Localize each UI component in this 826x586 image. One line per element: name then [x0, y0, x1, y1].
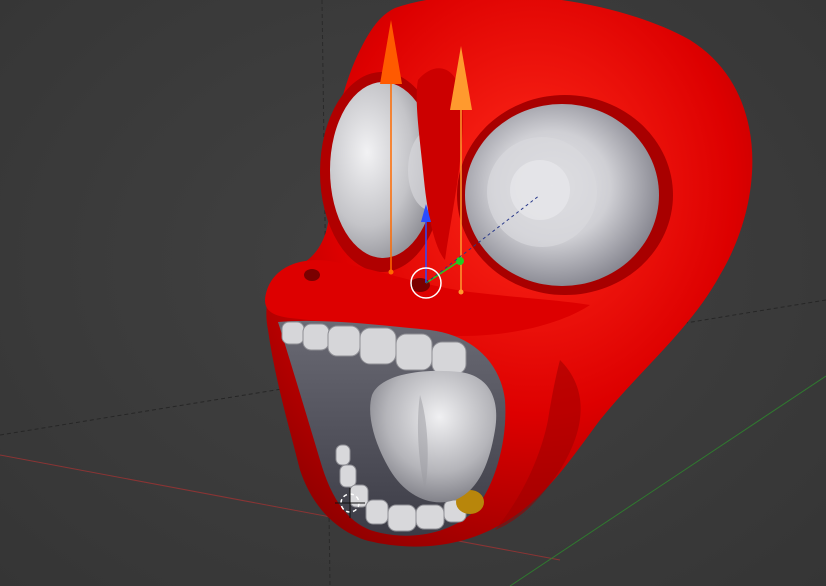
- red-cartoon-head[interactable]: [265, 0, 753, 547]
- y-axis-handle[interactable]: [456, 257, 464, 265]
- 3d-viewport[interactable]: [0, 0, 826, 586]
- viewport-canvas[interactable]: [0, 0, 826, 586]
- left-nostril: [304, 269, 320, 281]
